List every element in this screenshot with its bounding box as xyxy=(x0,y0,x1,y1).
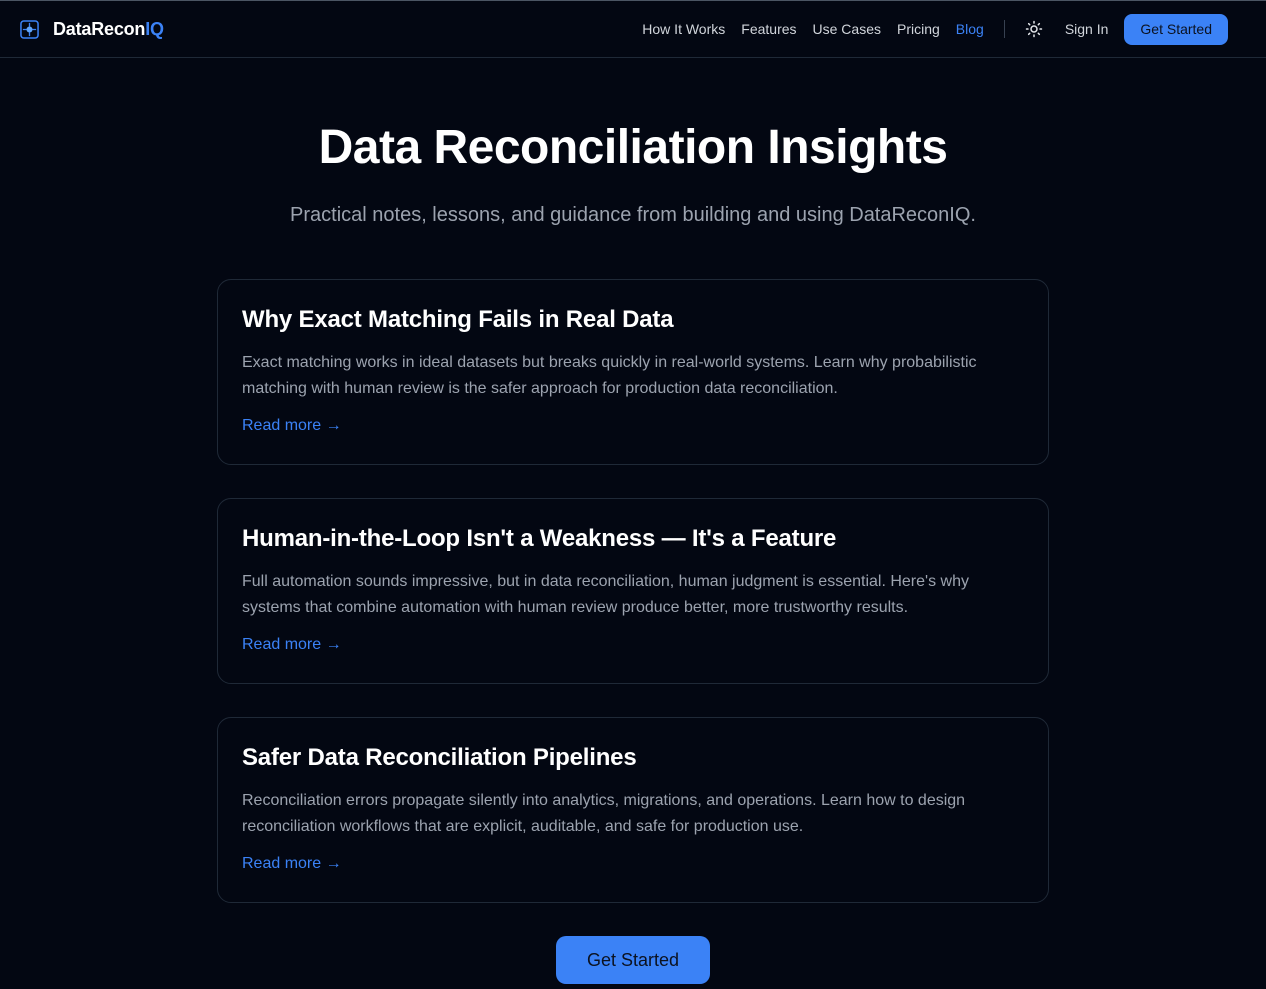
read-more-link[interactable]: Read more → xyxy=(242,855,342,873)
nav-divider xyxy=(1003,20,1005,38)
page-title: Data Reconciliation Insights xyxy=(318,121,948,174)
top-navbar: DataReconIQ How It Works Features Use Ca… xyxy=(0,0,1266,58)
post-title[interactable]: Safer Data Reconciliation Pipelines xyxy=(242,744,1024,772)
theme-toggle-button[interactable] xyxy=(1021,16,1047,42)
blog-post-card: Human-in-the-Loop Isn't a Weakness — It'… xyxy=(217,498,1049,684)
sign-in-link[interactable]: Sign In xyxy=(1065,21,1109,37)
hero: Data Reconciliation Insights Practical n… xyxy=(0,58,1266,227)
nav-use-cases[interactable]: Use Cases xyxy=(813,21,881,37)
nav-blog[interactable]: Blog xyxy=(956,21,984,37)
brand-name: DataReconIQ xyxy=(53,18,164,39)
post-title[interactable]: Why Exact Matching Fails in Real Data xyxy=(242,306,1024,334)
post-excerpt: Reconciliation errors propagate silently… xyxy=(242,792,966,835)
read-more-link[interactable]: Read more → xyxy=(242,417,342,435)
brand-logo-icon xyxy=(20,19,39,39)
brand[interactable]: DataReconIQ xyxy=(20,19,164,40)
page-subtitle: Practical notes, lessons, and guidance f… xyxy=(290,204,976,226)
read-more-link[interactable]: Read more → xyxy=(242,636,342,654)
blog-post-card: Safer Data Reconciliation Pipelines Reco… xyxy=(217,717,1049,903)
cta-get-started-button[interactable]: Get Started xyxy=(555,936,711,984)
post-excerpt: Exact matching works in ideal datasets b… xyxy=(242,354,977,397)
post-title[interactable]: Human-in-the-Loop Isn't a Weakness — It'… xyxy=(242,525,1024,553)
sun-icon xyxy=(1025,20,1043,38)
main-nav: How It Works Features Use Cases Pricing … xyxy=(642,13,1228,45)
cta-section: Get Started xyxy=(0,936,1266,984)
nav-pricing[interactable]: Pricing xyxy=(897,21,940,37)
blog-post-list: Why Exact Matching Fails in Real Data Ex… xyxy=(217,279,1049,903)
get-started-button[interactable]: Get Started xyxy=(1124,13,1228,45)
nav-how-it-works[interactable]: How It Works xyxy=(642,21,725,37)
blog-post-card: Why Exact Matching Fails in Real Data Ex… xyxy=(217,279,1049,465)
post-excerpt: Full automation sounds impressive, but i… xyxy=(242,573,969,616)
nav-features[interactable]: Features xyxy=(741,21,796,37)
